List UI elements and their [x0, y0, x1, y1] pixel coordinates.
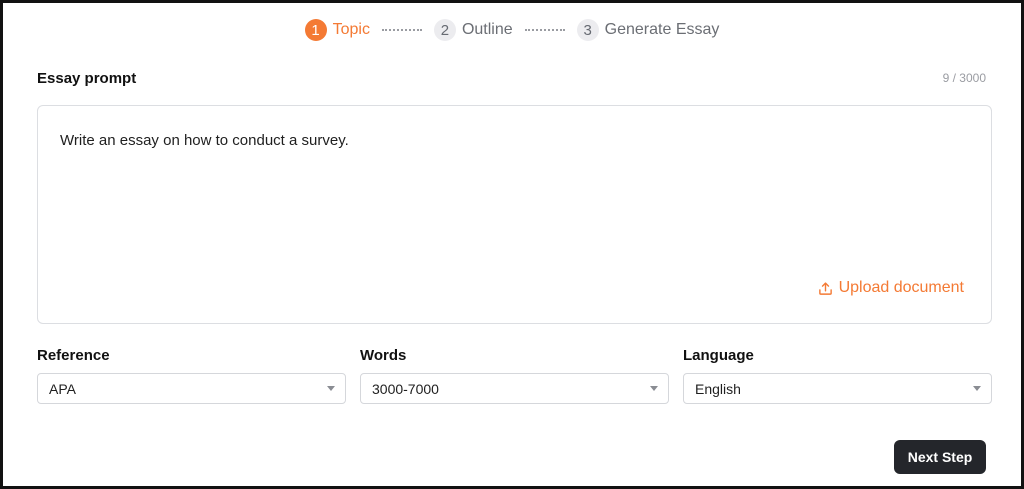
essay-prompt-value[interactable]: Write an essay on how to conduct a surve… — [60, 132, 349, 149]
step-generate-essay[interactable]: 3 Generate Essay — [576, 19, 720, 41]
reference-field: Reference APA — [37, 347, 346, 404]
caret-down-icon — [650, 386, 658, 391]
language-label: Language — [683, 347, 754, 364]
step-topic[interactable]: 1 Topic — [304, 19, 370, 41]
step-connector — [381, 29, 422, 31]
step-number: 2 — [433, 19, 456, 41]
language-field: Language English — [683, 347, 992, 404]
step-connector — [524, 29, 565, 31]
step-outline[interactable]: 2 Outline — [433, 19, 513, 41]
step-label: Generate Essay — [604, 21, 720, 38]
language-select[interactable]: English — [683, 373, 992, 404]
step-number: 3 — [576, 19, 599, 41]
language-value: English — [695, 380, 741, 397]
words-select[interactable]: 3000-7000 — [360, 373, 669, 404]
step-label: Outline — [461, 21, 513, 38]
reference-select[interactable]: APA — [37, 373, 346, 404]
essay-prompt-textarea[interactable]: Write an essay on how to conduct a surve… — [37, 105, 992, 324]
caret-down-icon — [973, 386, 981, 391]
step-number: 1 — [304, 19, 327, 41]
character-count: 9 / 3000 — [942, 71, 986, 85]
upload-document-label: Upload document — [838, 279, 964, 296]
reference-value: APA — [49, 380, 76, 397]
step-label: Topic — [332, 21, 370, 38]
words-field: Words 3000-7000 — [360, 347, 669, 404]
words-value: 3000-7000 — [372, 380, 439, 397]
upload-icon — [818, 281, 832, 295]
stepper: 1 Topic 2 Outline 3 Generate Essay — [3, 19, 1021, 41]
essay-prompt-title: Essay prompt — [37, 70, 137, 87]
next-step-button[interactable]: Next Step — [894, 440, 986, 474]
reference-label: Reference — [37, 347, 110, 364]
caret-down-icon — [327, 386, 335, 391]
app-frame: 1 Topic 2 Outline 3 Generate Essay Essay… — [0, 0, 1024, 489]
upload-document-button[interactable]: Upload document — [818, 279, 964, 297]
words-label: Words — [360, 347, 407, 364]
